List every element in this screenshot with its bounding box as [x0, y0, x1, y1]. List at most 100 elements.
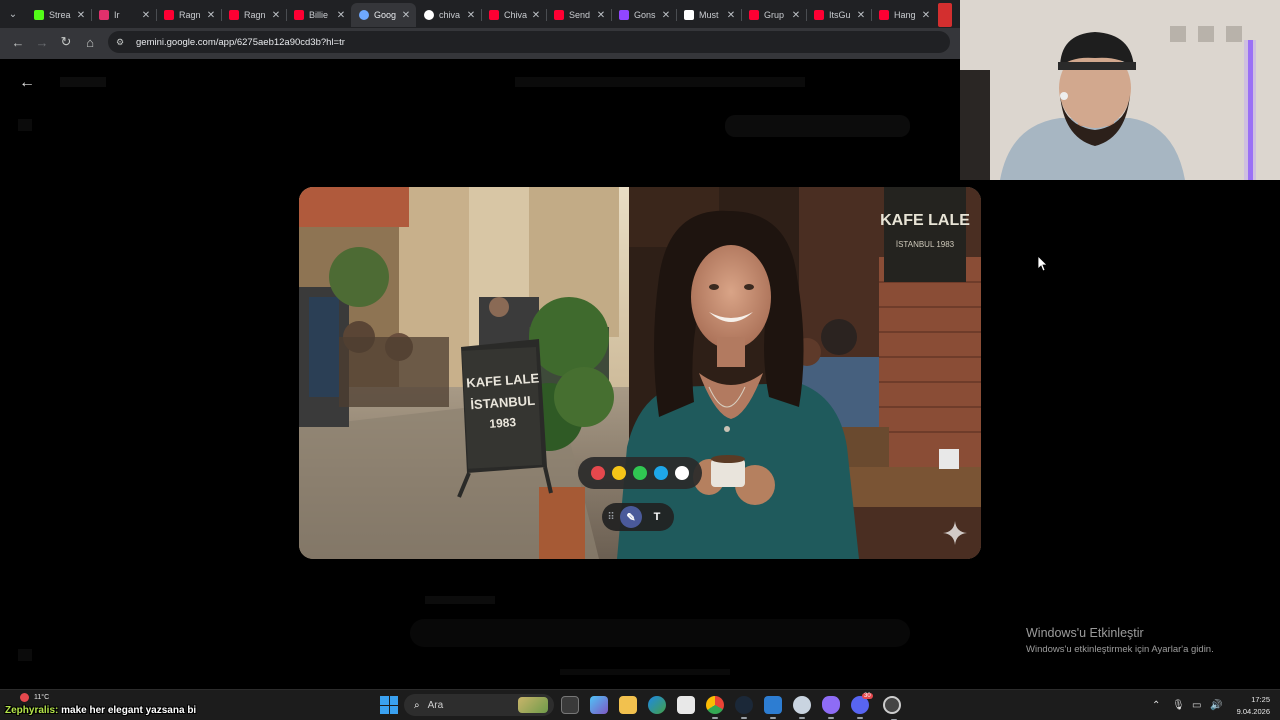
system-clock[interactable]: 17:25 9.04.2026 — [1232, 694, 1270, 718]
close-tab-icon[interactable]: ✕ — [205, 10, 217, 21]
color-white-swatch[interactable] — [675, 466, 689, 480]
obs-launcher-icon[interactable] — [822, 696, 840, 719]
close-tab-icon[interactable]: ✕ — [335, 10, 347, 21]
close-viewer-arrow-icon[interactable]: ← — [17, 73, 37, 93]
microsoft-store-icon[interactable] — [677, 696, 695, 714]
tab-label: chiva — [439, 10, 461, 20]
scribble-pen-icon[interactable]: ✎ — [620, 506, 642, 528]
obs-studio-icon[interactable] — [883, 696, 901, 720]
home-icon[interactable]: ⌂ — [78, 30, 102, 54]
chat-username: Zephyralis: — [5, 705, 59, 716]
browser-tab[interactable]: Must ✕ — [676, 3, 741, 27]
close-tab-icon[interactable]: ✕ — [465, 10, 477, 21]
mouse-cursor-icon — [1038, 256, 1048, 272]
browser-tab[interactable]: Ragn ✕ — [221, 3, 286, 27]
webcam-overlay — [960, 0, 1280, 180]
drawing-color-palette — [578, 457, 702, 489]
tab-label: Billie — [309, 10, 329, 20]
task-view-icon[interactable] — [561, 696, 579, 714]
browser-tab[interactable]: Gons ✕ — [611, 3, 676, 27]
browser-tab[interactable]: Ir ✕ — [91, 3, 156, 27]
file-explorer-icon[interactable] — [619, 696, 637, 714]
drag-handle-icon[interactable]: ⠿ — [606, 512, 616, 523]
browser-tab[interactable]: Billie ✕ — [286, 3, 351, 27]
tab-label: Ragn — [179, 10, 201, 20]
site-info-icon[interactable]: ⚙ — [116, 37, 130, 48]
edge-icon[interactable] — [648, 696, 666, 714]
photos-icon[interactable] — [764, 696, 782, 719]
screen: ⌄ Strea ✕ Ir ✕ Ragn ✕ Ragn ✕ Billie ✕ Goog ✕ chiva ✕ C… — [0, 0, 1280, 720]
faded-disclaimer — [560, 669, 730, 675]
tab-search-button[interactable]: ⌄ — [0, 0, 26, 28]
close-tab-icon[interactable]: ✕ — [790, 10, 802, 21]
browser-tab[interactable]: Grup ✕ — [741, 3, 806, 27]
back-arrow-icon[interactable]: ← — [6, 30, 30, 54]
tab-label: Strea — [49, 10, 71, 20]
faded-prompt-box — [410, 619, 910, 647]
tab-label: Ir — [114, 10, 120, 20]
windows-activation-watermark: Windows'u Etkinleştir Windows'u etkinleş… — [1026, 626, 1214, 655]
faded-conversation-title — [515, 77, 805, 87]
browser-tab[interactable]: ItsGu ✕ — [806, 3, 871, 27]
browser-tab[interactable]: Send ✕ — [546, 3, 611, 27]
faded-settings-icon — [18, 649, 32, 661]
instagram-icon — [99, 10, 109, 20]
tab-label: ItsGu — [829, 10, 851, 20]
close-tab-icon[interactable]: ✕ — [530, 10, 542, 21]
browser-tab[interactable]: Chiva ✕ — [481, 3, 546, 27]
cafe-sign-subtitle: İSTANBUL 1983 — [896, 240, 955, 249]
color-blue-swatch[interactable] — [654, 466, 668, 480]
browser-tab[interactable]: Goog ✕ — [351, 3, 416, 27]
browser-tab[interactable]: Hang ✕ — [871, 3, 936, 27]
youtube-icon — [164, 10, 174, 20]
address-bar[interactable]: ⚙ gemini.google.com/app/6275aeb12a90cd3b… — [108, 31, 950, 53]
tiktok-icon — [684, 10, 694, 20]
tab-label: Goog — [374, 10, 397, 20]
tab-label: Send — [569, 10, 591, 20]
close-tab-icon[interactable]: ✕ — [660, 10, 672, 21]
volume-icon[interactable]: 🔊 — [1210, 700, 1228, 711]
tab-label: Must — [699, 10, 719, 20]
close-tab-icon[interactable]: ✕ — [725, 10, 737, 21]
steam-icon[interactable] — [735, 696, 753, 719]
settings-gear-icon[interactable] — [793, 696, 811, 719]
network-icon[interactable]: ▭ — [1192, 700, 1210, 711]
close-tab-icon[interactable]: ✕ — [595, 10, 607, 21]
reload-icon[interactable]: ↻ — [54, 30, 78, 54]
close-tab-icon[interactable]: ✕ — [920, 10, 932, 21]
copilot-icon[interactable] — [590, 696, 608, 714]
windows-start-icon[interactable] — [380, 696, 398, 714]
close-tab-icon[interactable]: ✕ — [140, 10, 152, 21]
chrome-icon[interactable] — [701, 692, 729, 719]
youtube-icon — [749, 10, 759, 20]
color-green-swatch[interactable] — [633, 466, 647, 480]
search-highlight-image — [518, 697, 548, 713]
stream-chat-overlay: Zephyralis: make her elegant yazsana bi — [5, 705, 196, 716]
tray-chevron-icon[interactable]: ⌃ — [1152, 700, 1166, 711]
close-tab-icon[interactable]: ✕ — [75, 10, 87, 21]
search-placeholder: Ara — [427, 699, 444, 711]
clock-date: 9.04.2026 — [1236, 707, 1270, 716]
forward-arrow-icon[interactable]: → — [30, 30, 54, 54]
activation-subtitle: Windows'u etkinleştirmek için Ayarlar'a … — [1026, 644, 1214, 655]
color-red-swatch[interactable] — [591, 466, 605, 480]
browser-tab[interactable]: Strea ✕ — [26, 3, 91, 27]
close-tab-icon[interactable]: ✕ — [855, 10, 867, 21]
twitch-icon — [619, 10, 629, 20]
google-icon — [424, 10, 434, 20]
activation-title: Windows'u Etkinleştir — [1026, 626, 1144, 640]
browser-tab[interactable]: chiva ✕ — [416, 3, 481, 27]
close-tab-icon[interactable]: ✕ — [400, 10, 412, 21]
tab-label: Ragn — [244, 10, 266, 20]
youtube-icon — [489, 10, 499, 20]
taskbar-search-input[interactable]: ⌕ Ara — [404, 694, 554, 716]
text-tool-button[interactable]: T — [646, 506, 668, 528]
microphone-icon[interactable]: 🎙 — [1172, 700, 1192, 711]
browser-tab[interactable]: Ragn ✕ — [156, 3, 221, 27]
overflow-tab[interactable] — [938, 3, 952, 27]
close-tab-icon[interactable]: ✕ — [270, 10, 282, 21]
tab-list: Strea ✕ Ir ✕ Ragn ✕ Ragn ✕ Billie ✕ Goog ✕ chiva ✕ Chi… — [26, 1, 936, 27]
weather-widget[interactable]: 11°C — [20, 693, 49, 702]
gemini-sparkle-icon — [943, 521, 967, 545]
color-yellow-swatch[interactable] — [612, 466, 626, 480]
